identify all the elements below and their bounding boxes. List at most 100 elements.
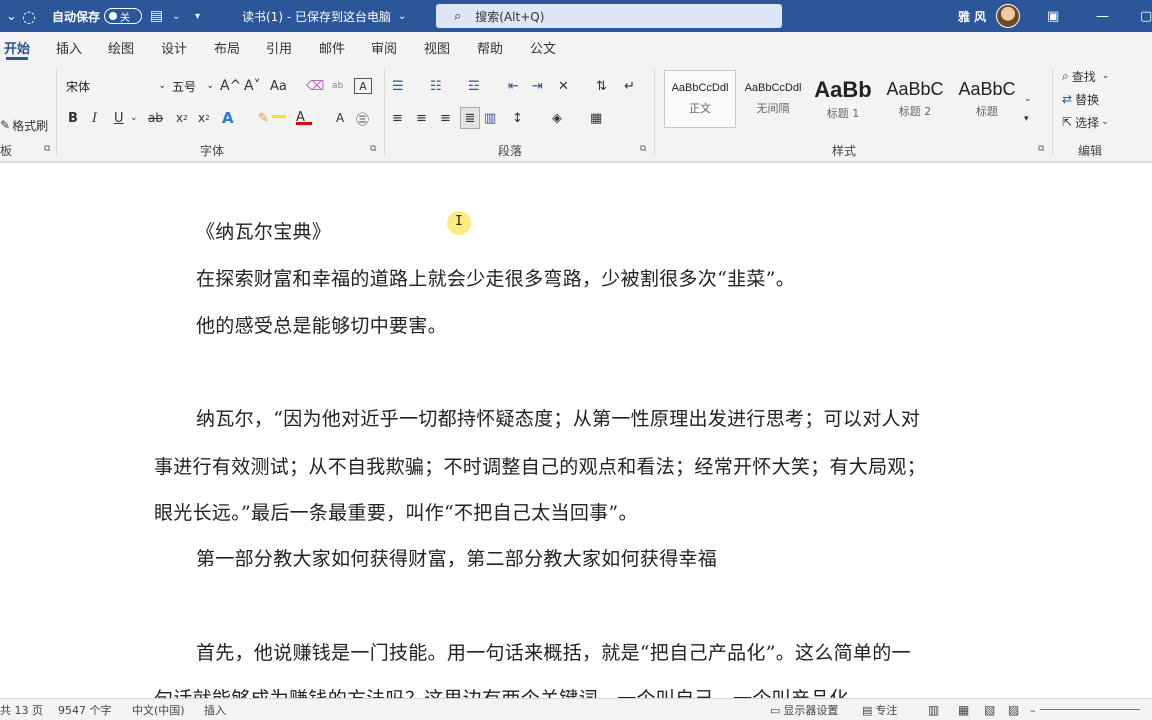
line-spacing-icon[interactable]: ↕: [512, 107, 523, 129]
insert-mode[interactable]: 插入: [204, 699, 226, 720]
zoom-out-icon[interactable]: –: [1030, 699, 1036, 720]
customize-toolbar-icon[interactable]: ▾: [195, 0, 200, 32]
font-size-combo[interactable]: 五号 ⌄: [172, 76, 216, 96]
title-chevron-down-icon[interactable]: ⌄: [398, 0, 406, 32]
ribbon-display-icon[interactable]: ▣: [1047, 0, 1059, 32]
editing-group-label: 编辑: [1078, 144, 1103, 158]
justify-icon[interactable]: ≣: [460, 107, 480, 129]
bullets-icon[interactable]: ☰: [392, 75, 404, 97]
highlight-icon[interactable]: ✎: [258, 107, 269, 129]
document-title[interactable]: 读书(1) - 已保存到这台电脑: [242, 0, 391, 32]
outline-view-icon[interactable]: ▨: [1008, 699, 1019, 720]
read-mode-icon[interactable]: ▥: [928, 699, 939, 720]
show-marks-icon[interactable]: ↵: [624, 75, 635, 97]
styles-gallery-down-icon[interactable]: ⌄: [1024, 88, 1032, 110]
style-title[interactable]: AaBbC 标题: [952, 70, 1022, 128]
format-painter-button[interactable]: ✎ 格式刷: [0, 114, 48, 136]
tab-insert[interactable]: 插入: [56, 32, 82, 62]
paragraph-launcher-icon[interactable]: ⧉: [640, 144, 646, 154]
change-case-button[interactable]: Aa: [270, 75, 287, 97]
zoom-slider[interactable]: [1040, 709, 1140, 710]
replace-label: 替换: [1075, 92, 1100, 107]
style-heading-1[interactable]: AaBb 标题 1: [810, 70, 876, 128]
increase-indent-icon[interactable]: ⇥: [532, 75, 543, 97]
grow-font-button[interactable]: A^: [220, 75, 241, 97]
font-name-combo[interactable]: 宋体 ⌄: [66, 76, 168, 96]
styles-gallery-more-icon[interactable]: ▾: [1024, 108, 1029, 130]
underline-button[interactable]: U: [114, 107, 124, 129]
display-settings-label: 显示器设置: [783, 704, 839, 717]
clear-format-icon[interactable]: ⌫: [306, 75, 324, 97]
focus-label: 专注: [875, 704, 898, 717]
tab-home[interactable]: 开始: [4, 32, 30, 62]
styles-launcher-icon[interactable]: ⧉: [1038, 144, 1044, 154]
tab-official-doc[interactable]: 公文: [530, 32, 556, 62]
document-canvas[interactable]: 《纳瓦尔宝典》 在探索财富和幸福的道路上就会少走很多弯路，少被割很多次“韭菜”。…: [0, 163, 1152, 698]
strikethrough-button[interactable]: ab: [148, 107, 163, 129]
tab-layout[interactable]: 布局: [214, 32, 240, 62]
tab-design[interactable]: 设计: [161, 32, 187, 62]
char-border-icon[interactable]: A: [354, 78, 372, 94]
text-effects-icon[interactable]: A: [222, 107, 234, 129]
doc-paragraph-line: 纳瓦尔，“因为他对近乎一切都持怀疑态度；从第一性原理出发进行思考；可以对人对: [196, 408, 921, 430]
clipboard-launcher-icon[interactable]: ⧉: [44, 144, 50, 154]
phonetic-guide-icon[interactable]: ab: [332, 75, 343, 97]
italic-button[interactable]: I: [92, 107, 97, 129]
document-page[interactable]: 《纳瓦尔宝典》 在探索财富和幸福的道路上就会少走很多弯路，少被割很多次“韭菜”。…: [0, 163, 1152, 698]
decrease-indent-icon[interactable]: ⇤: [508, 75, 519, 97]
word-count[interactable]: 9547 个字: [58, 699, 112, 720]
restore-icon[interactable]: ▢: [1140, 0, 1152, 32]
dropdown-arrow-icon[interactable]: ⌄: [6, 0, 17, 32]
autosave-toggle[interactable]: 关: [104, 8, 142, 24]
bold-button[interactable]: B: [68, 107, 78, 129]
style-no-spacing[interactable]: AaBbCcDdl 无间隔: [738, 70, 808, 128]
page-count[interactable]: 共 13 页: [0, 699, 43, 720]
autosave-label: 自动保存: [52, 9, 101, 24]
style-normal[interactable]: AaBbCcDdl 正文: [664, 70, 736, 128]
doc-title-line: 《纳瓦尔宝典》: [196, 221, 332, 243]
display-settings-button[interactable]: ▭ 显示器设置: [770, 699, 838, 720]
align-right-icon[interactable]: ≡: [440, 107, 451, 129]
align-center-icon[interactable]: ≡: [416, 107, 427, 129]
focus-button[interactable]: ▤ 专注: [862, 699, 897, 720]
superscript-button[interactable]: x2: [198, 107, 210, 129]
sort-icon[interactable]: ⇅: [596, 75, 607, 97]
user-name[interactable]: 雅 风: [958, 0, 986, 32]
web-layout-icon[interactable]: ▧: [984, 699, 995, 720]
style-sample: AaBbCcDdl: [671, 82, 729, 94]
shrink-font-button[interactable]: A˅: [244, 75, 261, 97]
search-box[interactable]: ⌕ 搜索(Alt+Q): [436, 4, 782, 28]
tab-draw[interactable]: 绘图: [108, 32, 134, 62]
avatar[interactable]: [996, 4, 1020, 28]
char-shading-button[interactable]: A: [336, 107, 344, 129]
language[interactable]: 中文(中国): [132, 699, 185, 720]
tab-review[interactable]: 审阅: [371, 32, 397, 62]
tab-help[interactable]: 帮助: [477, 32, 503, 62]
superscript-label: x: [198, 111, 206, 125]
find-button[interactable]: ⌕ 查找 ⌄: [1062, 66, 1109, 86]
style-heading-2[interactable]: AaBbC 标题 2: [880, 70, 950, 128]
multilevel-list-icon[interactable]: ☲: [468, 75, 480, 97]
chevron-down-icon[interactable]: ⌄: [130, 107, 138, 129]
tab-references[interactable]: 引用: [266, 32, 292, 62]
chevron-down-icon[interactable]: ⌄: [172, 0, 180, 32]
minimize-icon[interactable]: —: [1096, 0, 1109, 32]
quick-access-icon[interactable]: ▤: [150, 0, 163, 32]
asian-layout-icon[interactable]: ✕: [558, 75, 569, 97]
select-button[interactable]: ⇱ 选择 ⌄: [1062, 112, 1109, 132]
tab-mailings[interactable]: 邮件: [319, 32, 345, 62]
shading-icon[interactable]: ◈: [552, 107, 562, 129]
print-layout-icon[interactable]: ▦: [958, 699, 969, 720]
chevron-down-icon: ⌄: [1101, 117, 1109, 127]
distributed-icon[interactable]: ▥: [484, 107, 496, 129]
numbering-icon[interactable]: ☷: [430, 75, 442, 97]
subscript-button[interactable]: x2: [176, 107, 188, 129]
borders-icon[interactable]: ▦: [590, 107, 602, 129]
replace-button[interactable]: ⇄ 替换: [1062, 89, 1099, 109]
font-launcher-icon[interactable]: ⧉: [370, 144, 376, 154]
align-left-icon[interactable]: ≡: [392, 107, 403, 129]
enclose-char-icon[interactable]: ㊂: [356, 107, 369, 129]
divider: [384, 68, 385, 156]
focus-icon: ▤: [862, 703, 873, 717]
tab-view[interactable]: 视图: [424, 32, 450, 62]
